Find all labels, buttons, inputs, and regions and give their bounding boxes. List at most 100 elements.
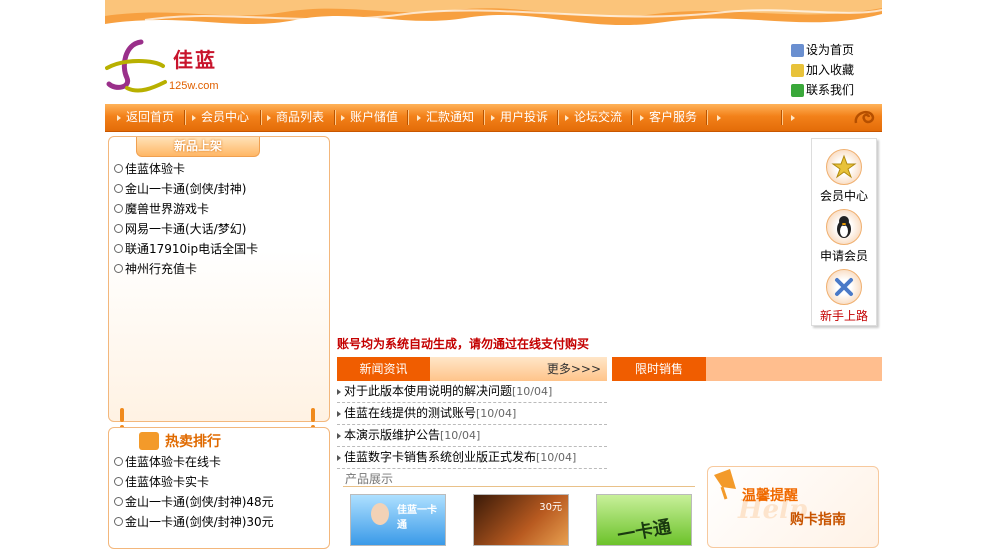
- list-item[interactable]: 金山一卡通(剑侠/封神): [114, 179, 328, 199]
- nav-arrow-icon: [491, 114, 495, 121]
- nav-divider: [184, 110, 186, 125]
- list-item[interactable]: 网易一卡通(大话/梦幻): [114, 219, 328, 239]
- bullet-icon: [114, 264, 123, 273]
- nav-arrow-icon: [640, 114, 644, 121]
- new-products-title: 新品上架: [136, 137, 260, 157]
- main-nav: 返回首页 会员中心 商品列表 账户储值 汇款通知 用户投诉 论坛交流 客户服务: [105, 104, 882, 132]
- list-item-label: 佳蓝体验卡: [125, 162, 186, 176]
- site-logo[interactable]: 佳蓝 125w.com: [105, 38, 245, 96]
- bullet-icon: [114, 204, 123, 213]
- nav-home[interactable]: 返回首页: [117, 104, 174, 131]
- bullet-icon: [114, 457, 123, 466]
- list-item-label: 联通17910ip电话全国卡: [125, 242, 259, 256]
- nav-remit-notice-label: 汇款通知: [426, 110, 475, 124]
- list-item[interactable]: 金山一卡通(剑侠/封神)48元: [114, 492, 328, 512]
- add-favorite-label: 加入收藏: [806, 63, 855, 77]
- hot-ranking-title: 热卖排行: [165, 434, 221, 450]
- home-icon: [791, 43, 804, 57]
- nav-arrow-icon: [192, 114, 196, 121]
- nav-arrow-icon: [117, 114, 121, 121]
- news-item-date: [10/04]: [476, 407, 517, 420]
- beginner-guide-label: 新手上路: [819, 309, 868, 323]
- news-more-link[interactable]: 更多>>>: [547, 357, 601, 381]
- nav-forum-label: 论坛交流: [574, 110, 623, 124]
- list-item[interactable]: 佳蓝体验卡实卡: [114, 472, 328, 492]
- news-item-title: 对于此版本使用说明的解决问题: [344, 384, 513, 398]
- contact-icon: [791, 83, 804, 97]
- news-item-title: 佳蓝数字卡销售系统创业版正式发布: [344, 450, 537, 464]
- product-card-label: 30元: [539, 502, 562, 513]
- nav-customer-service-label: 客户服务: [649, 110, 698, 124]
- nav-divider: [483, 110, 485, 125]
- list-item[interactable]: 联通17910ip电话全国卡: [114, 239, 328, 259]
- bullet-icon: [114, 184, 123, 193]
- member-center-link[interactable]: 会员中心: [812, 149, 876, 204]
- nav-divider: [260, 110, 262, 125]
- list-item-label: 神州行充值卡: [125, 262, 198, 276]
- nav-divider: [557, 110, 559, 125]
- add-favorite-link[interactable]: 加入收藏: [791, 60, 881, 80]
- list-item[interactable]: 佳蓝体验卡: [114, 159, 328, 179]
- news-item[interactable]: 佳蓝在线提供的测试账号[10/04]: [337, 403, 607, 425]
- contact-us-link[interactable]: 联系我们: [791, 80, 881, 100]
- apply-member-link[interactable]: 申请会员: [812, 209, 876, 264]
- product-card[interactable]: 30元: [473, 494, 569, 546]
- products-divider: [343, 486, 695, 487]
- tools-icon: [826, 269, 862, 305]
- contact-us-label: 联系我们: [806, 83, 855, 97]
- nav-home-label: 返回首页: [126, 110, 175, 124]
- news-header: 新闻资讯 更多>>>: [337, 357, 607, 381]
- member-center-label: 会员中心: [819, 189, 868, 203]
- arrow-icon: [337, 433, 341, 439]
- nav-account-deposit[interactable]: 账户储值: [341, 104, 398, 131]
- product-person-image: [371, 503, 389, 525]
- penguin-icon: [826, 209, 862, 245]
- page: 佳蓝 125w.com 设为首页 加入收藏 联系我们 返回首页 会员中心 商品列…: [105, 0, 882, 549]
- notice-marquee: 账号均为系统自动生成，请勿通过在线支付购买: [337, 337, 590, 351]
- apply-member-label: 申请会员: [819, 249, 868, 263]
- tab-limited-sale[interactable]: 限时销售: [612, 357, 706, 381]
- nav-member-center[interactable]: 会员中心: [192, 104, 249, 131]
- nav-product-list-label: 商品列表: [276, 110, 325, 124]
- panel-pin-decoration: [120, 408, 124, 422]
- bullet-icon: [114, 497, 123, 506]
- megaphone-icon: [714, 469, 736, 500]
- list-item[interactable]: 金山一卡通(剑侠/封神)30元: [114, 512, 328, 532]
- limited-sale-header: 限时销售: [612, 357, 882, 381]
- shop-icon: [139, 432, 159, 450]
- nav-complaints[interactable]: 用户投诉: [491, 104, 548, 131]
- nav-arrow-icon: [267, 114, 271, 121]
- nav-customer-service[interactable]: 客户服务: [640, 104, 697, 131]
- nav-arrow-icon: [565, 114, 569, 121]
- tab-news[interactable]: 新闻资讯: [337, 357, 430, 381]
- news-item-date: [10/04]: [440, 429, 481, 442]
- list-item[interactable]: 佳蓝体验卡在线卡: [114, 452, 328, 472]
- nav-empty-slot: [717, 104, 726, 131]
- product-card[interactable]: 一卡通: [596, 494, 692, 546]
- news-item[interactable]: 佳蓝数字卡销售系统创业版正式发布[10/04]: [337, 447, 607, 469]
- set-homepage-link[interactable]: 设为首页: [791, 40, 881, 60]
- list-item[interactable]: 魔兽世界游戏卡: [114, 199, 328, 219]
- panel-pin-decoration: [311, 408, 315, 422]
- nav-divider: [631, 110, 633, 125]
- product-card-label: 佳蓝一卡通: [397, 505, 437, 531]
- nav-divider: [407, 110, 409, 125]
- set-homepage-label: 设为首页: [806, 43, 855, 57]
- news-item-title: 佳蓝在线提供的测试账号: [344, 406, 477, 420]
- news-item-date: [10/04]: [536, 451, 577, 464]
- beginner-guide-link[interactable]: 新手上路: [812, 269, 876, 324]
- product-card[interactable]: 佳蓝一卡通: [350, 494, 446, 546]
- news-item[interactable]: 对于此版本使用说明的解决问题[10/04]: [337, 381, 607, 403]
- nav-arrow-icon: [341, 114, 345, 121]
- nav-empty-slot: [791, 104, 800, 131]
- tips-panel[interactable]: Help 温馨提醒 购卡指南: [707, 466, 879, 548]
- news-item[interactable]: 本演示版维护公告[10/04]: [337, 425, 607, 447]
- nav-product-list[interactable]: 商品列表: [267, 104, 324, 131]
- nav-forum[interactable]: 论坛交流: [565, 104, 622, 131]
- nav-remit-notice[interactable]: 汇款通知: [417, 104, 474, 131]
- buy-guide-link[interactable]: 购卡指南: [790, 509, 846, 529]
- nav-divider: [706, 110, 708, 125]
- list-item-label: 金山一卡通(剑侠/封神)48元: [125, 495, 274, 509]
- list-item[interactable]: 神州行充值卡: [114, 259, 328, 279]
- list-item-label: 魔兽世界游戏卡: [125, 202, 210, 216]
